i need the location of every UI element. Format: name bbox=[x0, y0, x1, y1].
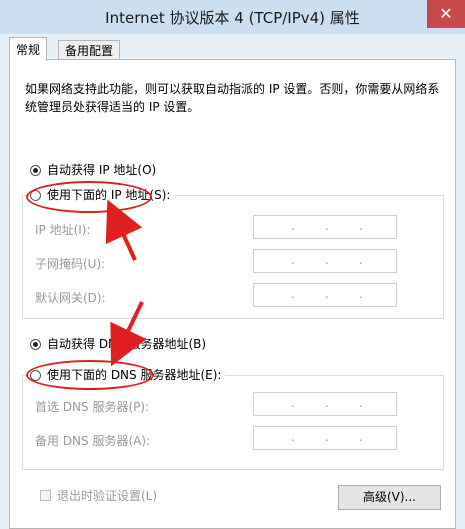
close-icon: ✕ bbox=[439, 4, 453, 23]
window-title: Internet 协议版本 4 (TCP/IPv4) 属性 bbox=[105, 9, 360, 27]
ip-dot: . bbox=[291, 396, 295, 410]
ip-dot: . bbox=[291, 253, 295, 267]
ip-dot: . bbox=[325, 396, 329, 410]
tab-general[interactable]: 常规 bbox=[9, 37, 48, 61]
validate-on-exit-checkbox[interactable] bbox=[40, 490, 51, 501]
manual-dns-label: 使用下面的 DNS 服务器地址(E): bbox=[47, 368, 222, 382]
close-button[interactable]: ✕ bbox=[427, 0, 465, 28]
auto-dns-option[interactable]: 自动获得 DNS 服务器地址(B) bbox=[30, 335, 211, 353]
default-gateway-label: 默认网关(D): bbox=[35, 291, 106, 305]
manual-dns-radio[interactable] bbox=[30, 369, 41, 381]
ip-dot: . bbox=[359, 287, 363, 301]
ip-address-label: IP 地址(I): bbox=[35, 223, 91, 237]
validate-on-exit-label: 退出时验证设置(L) bbox=[57, 489, 158, 503]
general-panel: 如果网络支持此功能，则可以获取自动指派的 IP 设置。否则，你需要从网络系统管理… bbox=[9, 59, 456, 529]
ip-dot: . bbox=[291, 287, 295, 301]
ip-dot: . bbox=[291, 430, 295, 444]
ip-dot: . bbox=[359, 219, 363, 233]
ip-dot: . bbox=[359, 396, 363, 410]
subnet-mask-input[interactable]: . . . bbox=[253, 249, 397, 273]
auto-ip-label: 自动获得 IP 地址(O) bbox=[47, 163, 157, 177]
ip-dot: . bbox=[359, 430, 363, 444]
auto-ip-option[interactable]: 自动获得 IP 地址(O) bbox=[30, 161, 161, 179]
preferred-dns-label: 首选 DNS 服务器(P): bbox=[35, 400, 150, 414]
manual-ip-radio[interactable] bbox=[30, 189, 41, 201]
ip-dot: . bbox=[325, 253, 329, 267]
alternate-dns-input[interactable]: . . . bbox=[253, 426, 397, 450]
advanced-button[interactable]: 高级(V)... bbox=[338, 485, 441, 510]
tab-alternate-config[interactable]: 备用配置 bbox=[58, 40, 121, 60]
dns-server-group bbox=[22, 375, 444, 470]
auto-ip-radio[interactable] bbox=[30, 164, 41, 176]
manual-dns-option[interactable]: 使用下面的 DNS 服务器地址(E): bbox=[30, 366, 226, 384]
ip-dot: . bbox=[325, 219, 329, 233]
subnet-mask-label: 子网掩码(U): bbox=[35, 257, 106, 271]
auto-dns-label: 自动获得 DNS 服务器地址(B) bbox=[47, 337, 207, 351]
ip-dot: . bbox=[325, 430, 329, 444]
alternate-dns-label: 备用 DNS 服务器(A): bbox=[35, 434, 151, 448]
manual-ip-option[interactable]: 使用下面的 IP 地址(S): bbox=[30, 186, 175, 204]
ip-address-input[interactable]: . . . bbox=[253, 215, 397, 239]
description-text: 如果网络支持此功能，则可以获取自动指派的 IP 设置。否则，你需要从网络系统管理… bbox=[25, 82, 440, 114]
auto-dns-radio[interactable] bbox=[30, 338, 41, 350]
title-bar: Internet 协议版本 4 (TCP/IPv4) 属性 ✕ bbox=[0, 0, 465, 34]
manual-ip-label: 使用下面的 IP 地址(S): bbox=[47, 188, 171, 202]
default-gateway-input[interactable]: . . . bbox=[253, 283, 397, 307]
ip-dot: . bbox=[359, 253, 363, 267]
tab-bar: 常规 备用配置 bbox=[0, 34, 465, 61]
validate-on-exit-option[interactable]: 退出时验证设置(L) bbox=[40, 487, 157, 504]
ip-dot: . bbox=[291, 219, 295, 233]
ip-dot: . bbox=[325, 287, 329, 301]
preferred-dns-input[interactable]: . . . bbox=[253, 392, 397, 416]
